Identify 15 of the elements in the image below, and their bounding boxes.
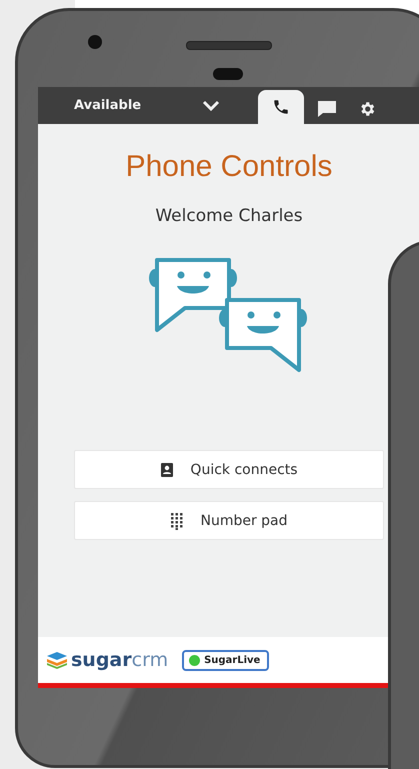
brand-logo-text: sugarcrm <box>71 649 168 671</box>
contact-card-icon <box>160 462 174 478</box>
status-badge[interactable]: SugarLive <box>182 650 270 670</box>
layers-logo-icon <box>46 651 68 669</box>
chat-bubble-icon <box>317 100 337 118</box>
phone-icon <box>272 98 290 116</box>
status-label: Available <box>74 98 142 113</box>
tab[interactable] <box>258 90 304 124</box>
chevron-down-icon[interactable] <box>202 100 220 112</box>
keypad-icon <box>170 512 184 530</box>
welcome-text: Welcome Charles <box>155 206 303 226</box>
action-button[interactable]: Quick connects <box>74 450 384 489</box>
camera-dot <box>88 35 102 49</box>
page-title: Phone Controls <box>126 150 332 184</box>
action-button[interactable]: Number pad <box>74 501 384 540</box>
